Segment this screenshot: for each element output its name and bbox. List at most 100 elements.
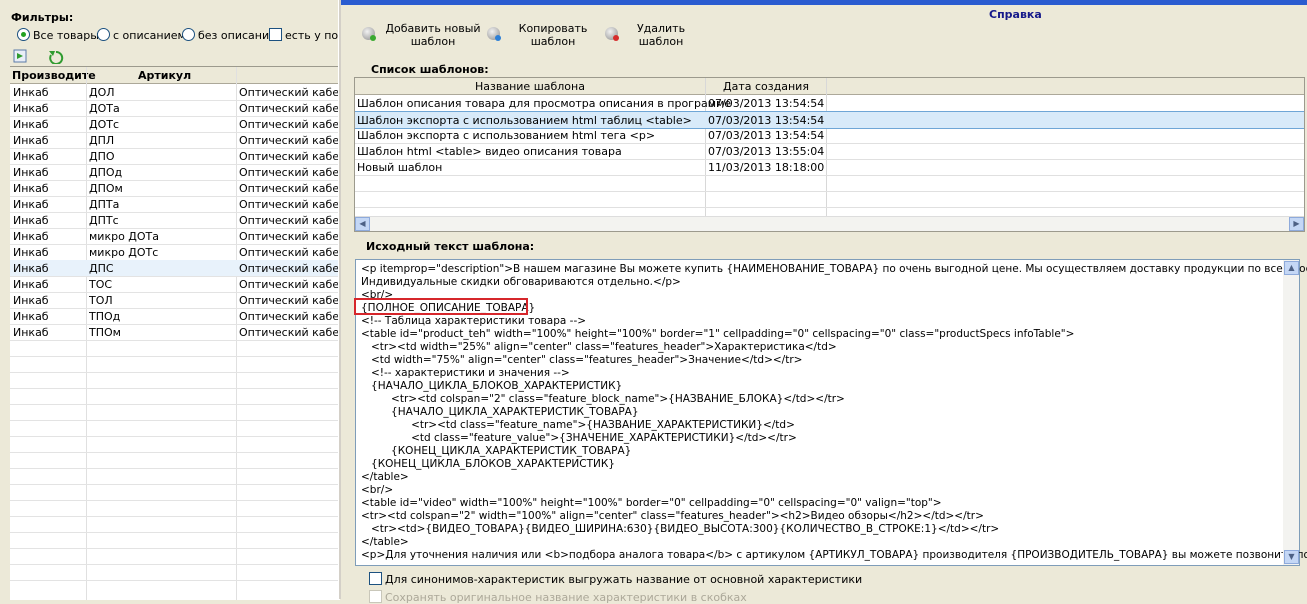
article-cell: ТОЛ [89, 294, 113, 307]
table-row[interactable] [10, 436, 340, 453]
column-header-template-name[interactable]: Название шаблона [355, 80, 705, 93]
table-row[interactable]: Инкаб ТОЛ Оптический кабель [10, 292, 340, 309]
table-row[interactable]: Инкаб ДПЛ Оптический кабель [10, 132, 340, 149]
description-cell: Оптический кабель [239, 102, 339, 115]
table-row[interactable] [10, 404, 340, 421]
help-link[interactable]: Справка [989, 8, 1042, 21]
table-row[interactable]: Новый шаблон 11/03/2013 18:18:00 [355, 159, 1304, 176]
table-row[interactable]: Инкаб микро ДОТа Оптический кабель [10, 228, 340, 245]
table-row[interactable] [10, 468, 340, 485]
manufacturer-cell: Инкаб [13, 198, 49, 211]
keep-original-name-label: Сохранять оригинальное название характер… [385, 591, 747, 604]
description-cell: Оптический кабель [239, 134, 339, 147]
table-row[interactable]: Инкаб ДПТа Оптический кабель [10, 196, 340, 213]
created-date-cell: 07/03/2013 13:54:54 [708, 97, 825, 110]
table-row[interactable] [355, 175, 1304, 192]
table-row[interactable] [10, 356, 340, 373]
article-cell: ДПС [89, 262, 114, 275]
table-row[interactable] [10, 564, 340, 581]
table-row[interactable]: Шаблон html <table> видео описания товар… [355, 143, 1304, 160]
filter-all-radio[interactable]: Все товары [17, 28, 99, 42]
table-row[interactable]: Инкаб ДОЛ Оптический кабель [10, 84, 340, 101]
table-row[interactable] [10, 500, 340, 517]
table-row[interactable] [10, 548, 340, 565]
column-header-article[interactable]: Артикул [138, 69, 191, 82]
add-icon [362, 27, 376, 41]
manufacturer-cell: Инкаб [13, 150, 49, 163]
table-row[interactable]: Шаблон экспорта с использованием html те… [355, 127, 1304, 144]
source-line: {НАЧАЛО_ЦИКЛА_БЛОКОВ_ХАРАКТЕРИСТИК} [361, 380, 623, 392]
description-cell: Оптический кабель [239, 166, 339, 179]
description-cell: Оптический кабель [239, 326, 339, 339]
table-row[interactable]: Инкаб ДОТс Оптический кабель [10, 116, 340, 133]
description-cell: Оптический кабель [239, 86, 339, 99]
keep-original-name-checkbox[interactable]: Сохранять оригинальное название характер… [369, 590, 747, 604]
copy-template-label-1: Копировать [518, 22, 588, 35]
scroll-down-icon[interactable]: ▼ [1284, 550, 1299, 564]
article-cell: ТПОм [89, 326, 121, 339]
table-row[interactable]: Инкаб микро ДОТс Оптический кабель [10, 244, 340, 261]
table-row[interactable] [10, 484, 340, 501]
radio-icon [97, 28, 110, 41]
column-header-manufacturer[interactable]: Производите [12, 69, 96, 82]
table-row[interactable]: Инкаб ТПОд Оптический кабель [10, 308, 340, 325]
table-row[interactable]: Инкаб ДПТс Оптический кабель [10, 212, 340, 229]
export-icon[interactable] [13, 49, 27, 63]
delete-template-button[interactable]: Удалить шаблон [605, 22, 701, 48]
column-header-created-date[interactable]: Дата создания [706, 80, 826, 93]
manufacturer-cell: Инкаб [13, 182, 49, 195]
table-row[interactable]: Инкаб ТОС Оптический кабель [10, 276, 340, 293]
filters-title: Фильтры: [11, 11, 74, 24]
source-line: <tr><td class="feature_name">{НАЗВАНИЕ_Х… [361, 419, 795, 431]
templates-table[interactable]: Название шаблона Дата создания Шаблон оп… [354, 77, 1305, 232]
table-row[interactable] [10, 420, 340, 437]
vertical-scrollbar[interactable]: ▲ ▼ [1283, 260, 1299, 565]
products-table[interactable]: Производите Артикул Инкаб ДОЛ Оптический к… [10, 66, 340, 600]
refresh-icon[interactable] [49, 50, 64, 65]
table-row[interactable] [10, 452, 340, 469]
filter-without-description-radio[interactable]: без описания [182, 28, 276, 42]
filter-without-description-label: без описания [198, 29, 276, 42]
table-row[interactable]: Шаблон описания товара для просмотра опи… [355, 95, 1304, 112]
source-line: <br/> [361, 484, 394, 496]
window-title-bar [341, 0, 1307, 5]
table-row[interactable]: Инкаб ДОТа Оптический кабель [10, 100, 340, 117]
table-row[interactable]: Инкаб ДПОм Оптический кабель [10, 180, 340, 197]
add-template-label-2: шаблон [410, 35, 456, 48]
description-cell: Оптический кабель [239, 198, 339, 211]
add-template-label-1: Добавить новый [385, 22, 481, 35]
source-line: {КОНЕЦ_ЦИКЛА_ХАРАКТЕРИСТИК_ТОВАРА} [361, 445, 632, 457]
manufacturer-cell: Инкаб [13, 134, 49, 147]
article-cell: микро ДОТс [89, 246, 159, 259]
delete-template-label-1: Удалить [636, 22, 686, 35]
filter-in-stock-checkbox[interactable]: есть у пос [269, 28, 338, 42]
source-line: </table> [361, 536, 409, 548]
horizontal-scrollbar[interactable]: ◀ ▶ [355, 216, 1304, 231]
table-row[interactable]: Инкаб ТПОм Оптический кабель [10, 324, 340, 341]
table-row[interactable] [10, 532, 340, 549]
copy-template-button[interactable]: Копировать шаблон [487, 22, 603, 48]
scroll-right-icon[interactable]: ▶ [1289, 217, 1304, 231]
table-row[interactable] [10, 340, 340, 357]
table-row[interactable] [10, 372, 340, 389]
filter-with-description-radio[interactable]: с описанием [97, 28, 186, 42]
description-cell: Оптический кабель [239, 310, 339, 323]
table-row[interactable]: Инкаб ДПС Оптический кабель [10, 260, 340, 277]
table-row[interactable]: Инкаб ДПО Оптический кабель [10, 148, 340, 165]
article-cell: ДОТа [89, 102, 120, 115]
table-row[interactable] [355, 191, 1304, 208]
source-line: <td width="75%" align="center" class="fe… [361, 354, 803, 366]
highlight-box [354, 298, 528, 315]
add-template-button[interactable]: Добавить новый шаблон [362, 22, 488, 48]
source-text-label: Исходный текст шаблона: [366, 240, 535, 253]
article-cell: ДПОм [89, 182, 123, 195]
manufacturer-cell: Инкаб [13, 86, 49, 99]
scroll-left-icon[interactable]: ◀ [355, 217, 370, 231]
description-cell: Оптический кабель [239, 278, 339, 291]
scroll-up-icon[interactable]: ▲ [1284, 261, 1299, 275]
manufacturer-cell: Инкаб [13, 278, 49, 291]
table-row[interactable] [10, 388, 340, 405]
table-row[interactable] [10, 516, 340, 533]
table-row[interactable]: Инкаб ДПОд Оптический кабель [10, 164, 340, 181]
synonyms-option-checkbox[interactable]: Для синонимов-характеристик выгружать на… [369, 572, 862, 586]
